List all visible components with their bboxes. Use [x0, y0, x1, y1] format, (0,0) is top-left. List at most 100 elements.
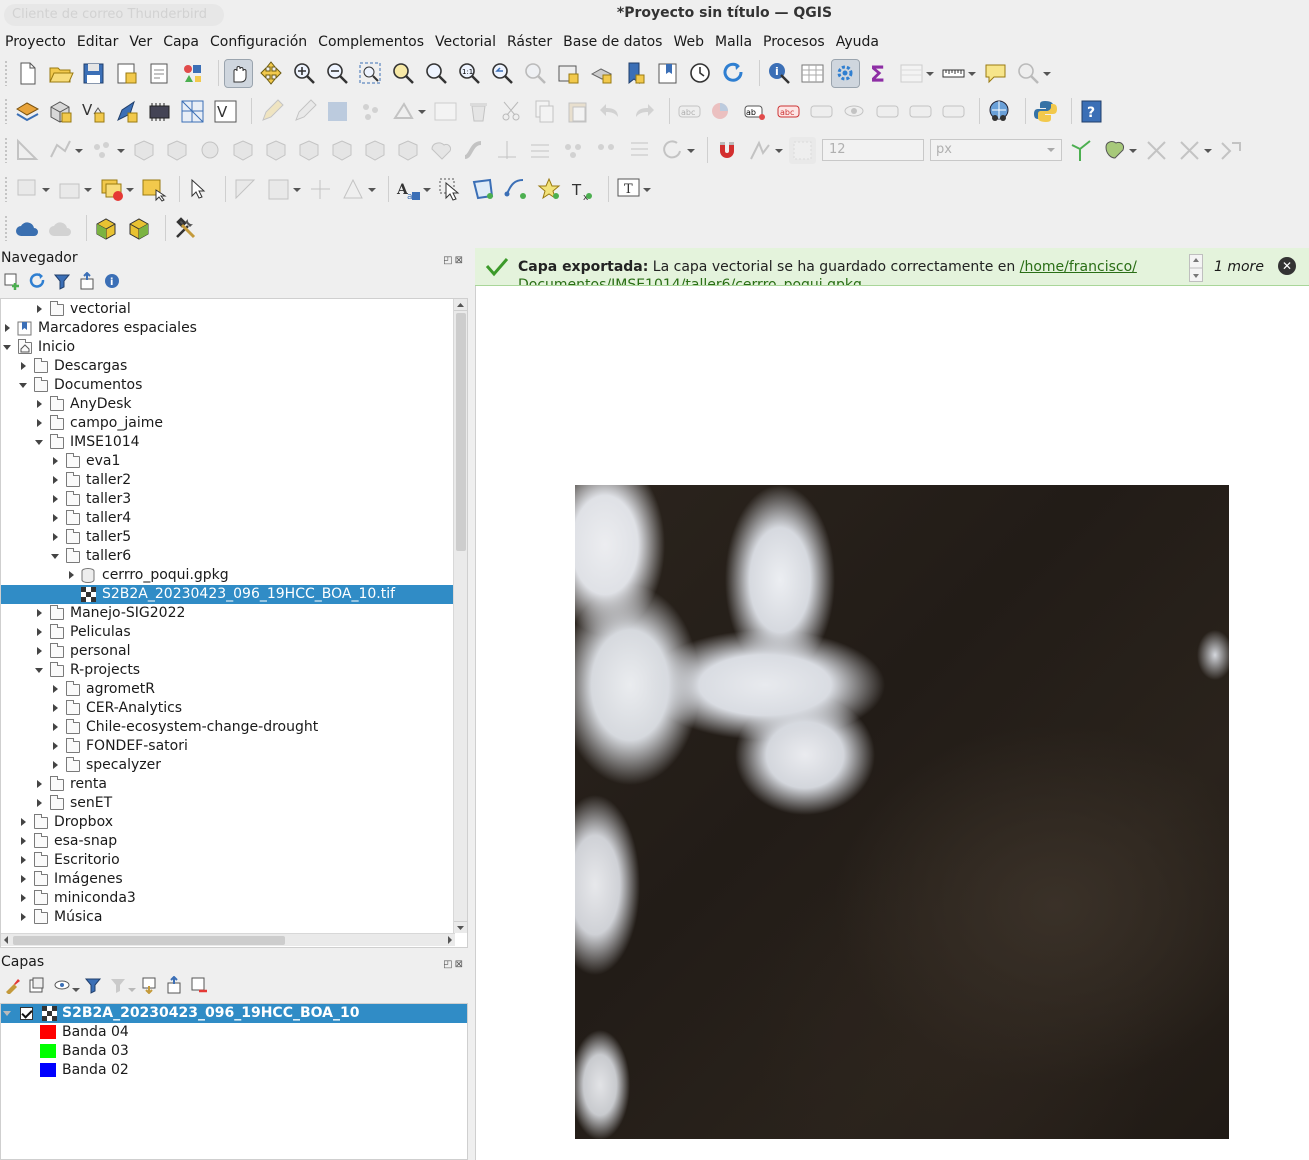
create-line-annotation-icon[interactable]: [503, 176, 530, 203]
navigator-item[interactable]: Inicio: [1, 338, 454, 357]
data-source-manager-icon[interactable]: [14, 98, 41, 125]
feature-action-icon[interactable]: [1015, 60, 1042, 87]
new-mesh-layer-icon[interactable]: [179, 98, 206, 125]
expand-open-icon[interactable]: [34, 661, 44, 680]
dropdown-arrow-icon[interactable]: [926, 60, 934, 87]
navigator-item[interactable]: taller2: [1, 471, 454, 490]
expand-closed-icon[interactable]: [18, 908, 28, 927]
create-marker-annotation-icon[interactable]: [536, 176, 563, 203]
layout-manager-icon[interactable]: [146, 60, 173, 87]
navigator-item[interactable]: S2B2A_20230423_096_19HCC_BOA_10.tif: [1, 585, 454, 604]
expand-open-icon[interactable]: [34, 433, 44, 452]
delete-part-icon[interactable]: [263, 137, 290, 164]
expand-open-icon[interactable]: [50, 547, 60, 566]
layer-row[interactable]: S2B2A_20230423_096_19HCC_BOA_10: [1, 1004, 467, 1023]
menu-proyecto[interactable]: Proyecto: [0, 30, 72, 54]
expand-closed-icon[interactable]: [50, 452, 60, 471]
identify-cursor-icon[interactable]: [186, 176, 213, 203]
open-attribute-table-icon[interactable]: [799, 60, 826, 87]
refresh-navigator-icon[interactable]: [28, 272, 46, 290]
measure-area-icon[interactable]: [232, 176, 259, 203]
merge-attributes-icon[interactable]: [428, 137, 455, 164]
snapping-options-icon[interactable]: [1218, 137, 1245, 164]
layer-expand-icon[interactable]: [2, 1004, 12, 1023]
dropdown-arrow-icon[interactable]: [75, 137, 83, 164]
navigator-vertical-scrollbar[interactable]: [453, 299, 467, 933]
dropdown-arrow-icon[interactable]: [418, 98, 426, 125]
reshape-features-icon[interactable]: [329, 137, 356, 164]
copy-features-icon[interactable]: [531, 98, 558, 125]
expand-open-icon[interactable]: [2, 338, 12, 357]
temporal-controller-icon[interactable]: [687, 60, 714, 87]
expand-closed-icon[interactable]: [34, 395, 44, 414]
grid-icon[interactable]: [307, 176, 334, 203]
navigator-item[interactable]: specalyzer: [1, 756, 454, 775]
current-edits-icon[interactable]: [291, 98, 318, 125]
navigator-item[interactable]: IMSE1014: [1, 433, 454, 452]
scroll-right-icon[interactable]: [445, 934, 455, 946]
navigator-item[interactable]: personal: [1, 642, 454, 661]
navigator-item[interactable]: Imágenes: [1, 870, 454, 889]
pin-unpin-labels-icon[interactable]: [808, 98, 835, 125]
navigator-item[interactable]: agrometR: [1, 680, 454, 699]
expand-closed-icon[interactable]: [34, 623, 44, 642]
add-vector-layer-icon[interactable]: V: [212, 98, 239, 125]
expand-all-icon[interactable]: [140, 976, 158, 995]
modify-annotations-icon[interactable]: [437, 176, 464, 203]
open-layer-styling-icon[interactable]: [3, 976, 21, 995]
message-scroll-spinner[interactable]: [1189, 254, 1203, 282]
menu-capa[interactable]: Capa: [158, 30, 205, 54]
dropdown-arrow-icon[interactable]: [643, 176, 651, 203]
zoom-last-icon[interactable]: [489, 60, 516, 87]
expand-closed-icon[interactable]: [18, 832, 28, 851]
navigator-tree[interactable]: vectorial Marcadores espaciales Inicio Desc…: [0, 298, 468, 948]
zoom-out-icon[interactable]: [324, 60, 351, 87]
merge-features-icon[interactable]: [461, 137, 488, 164]
dropdown-arrow-icon[interactable]: [1204, 137, 1212, 164]
show-hide-labels-icon[interactable]: [841, 98, 868, 125]
cloud-upload-icon[interactable]: [47, 215, 74, 242]
help-contents-icon[interactable]: ?: [1078, 98, 1105, 125]
navigator-item[interactable]: CER-Analytics: [1, 699, 454, 718]
dropdown-arrow-icon[interactable]: [368, 176, 376, 203]
undo-icon[interactable]: [597, 98, 624, 125]
toolbar-handle[interactable]: [4, 137, 8, 163]
fill-ring-icon[interactable]: [197, 137, 224, 164]
scroll-down-icon[interactable]: [454, 921, 467, 933]
text-annotation-frame-icon[interactable]: T: [615, 176, 642, 203]
snapping-vertex-icon[interactable]: [747, 137, 774, 164]
toolbar-handle[interactable]: [4, 215, 8, 241]
offset-point-symbols-icon[interactable]: [527, 137, 554, 164]
expand-closed-icon[interactable]: [2, 319, 12, 338]
menu-ver[interactable]: Ver: [124, 30, 158, 54]
navigator-item[interactable]: Descargas: [1, 357, 454, 376]
expand-closed-icon[interactable]: [34, 775, 44, 794]
navigator-vertical-scroll-thumb[interactable]: [456, 313, 466, 551]
toolbar-handle[interactable]: [4, 60, 8, 86]
processing-tools-icon[interactable]: [172, 215, 199, 242]
navigator-item[interactable]: vectorial: [1, 300, 454, 319]
open-field-calculator-icon[interactable]: [898, 60, 925, 87]
navigator-item[interactable]: miniconda3: [1, 889, 454, 908]
expand-closed-icon[interactable]: [18, 851, 28, 870]
dropdown-arrow-icon[interactable]: [775, 137, 783, 164]
expand-closed-icon[interactable]: [34, 794, 44, 813]
add-circular-string-icon[interactable]: [89, 137, 116, 164]
simplify-feature-icon[interactable]: [560, 137, 587, 164]
split-features-icon[interactable]: [395, 137, 422, 164]
menu-editar[interactable]: Editar: [72, 30, 124, 54]
add-ring-icon[interactable]: [131, 137, 158, 164]
text-annotation-icon[interactable]: Aa: [395, 176, 422, 203]
zoom-full-icon[interactable]: [357, 60, 384, 87]
osm-plugin-icon[interactable]: [986, 98, 1013, 125]
navigator-item[interactable]: cerrro_poqui.gpkg: [1, 566, 454, 585]
properties-info-icon[interactable]: i: [103, 272, 121, 290]
navigator-item[interactable]: Manejo-SIG2022: [1, 604, 454, 623]
navigator-item[interactable]: taller5: [1, 528, 454, 547]
new-spatial-bookmark-icon[interactable]: [621, 60, 648, 87]
message-link-continued[interactable]: Documentos/IMSE1014/taller6/cerrro_poqui…: [518, 277, 862, 285]
panel-float-close-icons[interactable]: ◰⊠: [443, 955, 465, 975]
navigator-item[interactable]: senET: [1, 794, 454, 813]
expand-closed-icon[interactable]: [50, 471, 60, 490]
expand-closed-icon[interactable]: [50, 680, 60, 699]
